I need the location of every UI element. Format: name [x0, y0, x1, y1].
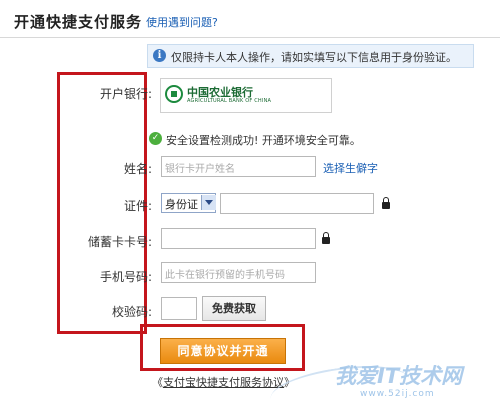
protocol-open: 《	[152, 376, 163, 389]
header-divider	[0, 37, 500, 38]
chevron-down-icon[interactable]	[201, 195, 216, 210]
help-link[interactable]: 使用遇到问题?	[146, 14, 218, 30]
get-code-button[interactable]: 免费获取	[202, 296, 266, 321]
security-status: 安全设置检测成功! 开通环境安全可靠。	[166, 134, 361, 147]
bank-logo-icon	[165, 85, 183, 103]
name-placeholder: 银行卡开户姓名	[165, 164, 235, 175]
card-label: 储蓄卡卡号:	[87, 235, 152, 249]
info-icon: i	[153, 49, 166, 62]
id-label: 证件:	[123, 199, 152, 213]
agree-and-activate-button[interactable]: 同意协议并开通	[160, 338, 286, 364]
watermark-logo: 我爱IT技术网	[335, 364, 463, 388]
code-input[interactable]	[161, 297, 197, 320]
bank-label: 开户银行:	[99, 87, 152, 101]
lock-icon	[382, 197, 390, 209]
code-label: 校验码:	[111, 305, 152, 319]
id-number-input[interactable]	[220, 193, 374, 214]
id-type-value: 身份证	[165, 198, 198, 211]
notice-text: 仅限持卡人本人操作，请如实填写以下信息用于身份验证。	[171, 51, 457, 64]
phone-placeholder: 此卡在银行预留的手机号码	[165, 270, 285, 281]
watermark-url: www.52ij.com	[360, 389, 435, 399]
phone-label: 手机号码:	[99, 270, 152, 284]
lock-icon	[322, 232, 330, 244]
protocol-line: 《支付宝快捷支付服务协议》	[152, 374, 295, 390]
rare-char-link[interactable]: 选择生僻字	[323, 160, 378, 176]
name-label: 姓名:	[123, 162, 152, 176]
protocol-link[interactable]: 支付宝快捷支付服务协议	[163, 376, 284, 389]
card-number-input[interactable]	[161, 228, 316, 249]
page-title: 开通快捷支付服务	[14, 13, 143, 31]
check-icon: ✓	[149, 132, 162, 145]
bank-name-en: AGRICULTURAL BANK OF CHINA	[187, 98, 272, 104]
